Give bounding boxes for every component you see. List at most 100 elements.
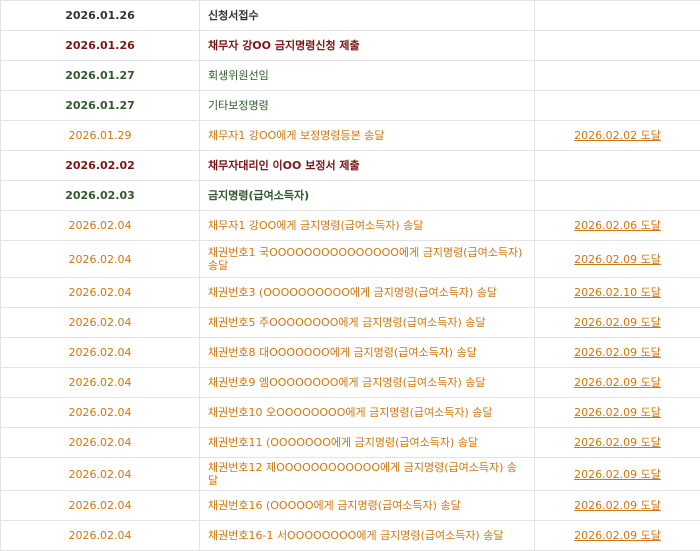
row-date: 2026.02.02 xyxy=(1,151,200,181)
row-event-text: 채무자1 강OO에게 보정명령등본 송달 xyxy=(208,129,384,142)
row-event-text: 채권번호16-1 서OOOOOOOO에게 금지명령(급여소득자) 송달 xyxy=(208,529,503,542)
row-event: 채권번호9 엠OOOOOOOO에게 금지명령(급여소득자) 송달 xyxy=(200,368,535,398)
row-result-link[interactable]: 2026.02.09 도달 xyxy=(574,468,661,481)
row-event-text: 기타보정명령 xyxy=(208,99,269,112)
table-row: 2026.01.26 신청서접수 xyxy=(1,1,700,31)
row-date: 2026.02.04 xyxy=(1,368,200,398)
table-row: 2026.02.04 채권번호12 제OOOOOOOOOOOO에게 금지명령(급… xyxy=(1,458,700,491)
row-event: 채권번호12 제OOOOOOOOOOOO에게 금지명령(급여소득자) 송달 xyxy=(200,458,535,491)
table-row: 2026.01.29 채무자1 강OO에게 보정명령등본 송달 2026.02.… xyxy=(1,121,700,151)
row-result[interactable]: 2026.02.09 도달 xyxy=(535,368,700,398)
row-event-text: 채무자대리인 이OO 보정서 제출 xyxy=(208,159,360,172)
table-row: 2026.02.04 채권번호10 오OOOOOOOO에게 금지명령(급여소득자… xyxy=(1,398,700,428)
row-event-text: 채권번호3 (OOOOOOOOOO에게 금지명령(급여소득자) 송달 xyxy=(208,286,497,299)
row-result-link[interactable]: 2026.02.09 도달 xyxy=(574,346,661,359)
table-row: 2026.02.04 채권번호9 엠OOOOOOOO에게 금지명령(급여소득자)… xyxy=(1,368,700,398)
row-result[interactable]: 2026.02.09 도달 xyxy=(535,398,700,428)
row-result-link[interactable]: 2026.02.09 도달 xyxy=(574,253,661,266)
row-result[interactable]: 2026.02.09 도달 xyxy=(535,428,700,458)
row-event: 채권번호1 국OOOOOOOOOOOOOOO에게 금지명령(급여소득자) 송달 xyxy=(200,241,535,278)
row-date: 2026.01.29 xyxy=(1,121,200,151)
row-event: 채권번호5 주OOOOOOOO에게 금지명령(급여소득자) 송달 xyxy=(200,308,535,338)
row-result xyxy=(535,151,700,181)
row-date: 2026.02.04 xyxy=(1,458,200,491)
case-history-table: 2026.01.26 신청서접수 2026.01.26 채무자 강OO 금지명령… xyxy=(0,0,700,551)
table-row: 2026.02.04 채권번호5 주OOOOOOOO에게 금지명령(급여소득자)… xyxy=(1,308,700,338)
row-event: 채무자 강OO 금지명령신청 제출 xyxy=(200,31,535,61)
row-date: 2026.02.04 xyxy=(1,338,200,368)
row-result[interactable]: 2026.02.02 도달 xyxy=(535,121,700,151)
row-result xyxy=(535,1,700,31)
row-result xyxy=(535,31,700,61)
row-event-text: 채권번호1 국OOOOOOOOOOOOOOO에게 금지명령(급여소득자) 송달 xyxy=(208,246,522,272)
table-row: 2026.02.02 채무자대리인 이OO 보정서 제출 xyxy=(1,151,700,181)
row-event: 채권번호8 대OOOOOOO에게 금지명령(급여소득자) 송달 xyxy=(200,338,535,368)
row-date: 2026.02.04 xyxy=(1,398,200,428)
row-result-link[interactable]: 2026.02.02 도달 xyxy=(574,129,661,142)
row-event: 채권번호10 오OOOOOOOO에게 금지명령(급여소득자) 송달 xyxy=(200,398,535,428)
row-result-link[interactable]: 2026.02.10 도달 xyxy=(574,286,661,299)
row-result xyxy=(535,181,700,211)
row-result-link[interactable]: 2026.02.09 도달 xyxy=(574,529,661,542)
row-event: 채권번호16 (OOOOO에게 금지명령(급여소득자) 송달 xyxy=(200,491,535,521)
row-date: 2026.02.04 xyxy=(1,211,200,241)
row-result[interactable]: 2026.02.06 도달 xyxy=(535,211,700,241)
row-event: 채권번호3 (OOOOOOOOOO에게 금지명령(급여소득자) 송달 xyxy=(200,278,535,308)
table-row: 2026.02.04 채권번호16 (OOOOO에게 금지명령(급여소득자) 송… xyxy=(1,491,700,521)
row-result[interactable]: 2026.02.09 도달 xyxy=(535,521,700,551)
row-result[interactable]: 2026.02.09 도달 xyxy=(535,338,700,368)
table-row: 2026.02.04 채권번호8 대OOOOOOO에게 금지명령(급여소득자) … xyxy=(1,338,700,368)
row-event: 채무자1 강OO에게 금지명령(급여소득자) 송달 xyxy=(200,211,535,241)
row-result[interactable]: 2026.02.09 도달 xyxy=(535,308,700,338)
row-result-link[interactable]: 2026.02.09 도달 xyxy=(574,316,661,329)
row-event: 채무자1 강OO에게 보정명령등본 송달 xyxy=(200,121,535,151)
row-date: 2026.01.27 xyxy=(1,61,200,91)
row-event: 채권번호16-1 서OOOOOOOO에게 금지명령(급여소득자) 송달 xyxy=(200,521,535,551)
table-row: 2026.02.04 채권번호16-1 서OOOOOOOO에게 금지명령(급여소… xyxy=(1,521,700,551)
row-result xyxy=(535,91,700,121)
row-result[interactable]: 2026.02.10 도달 xyxy=(535,278,700,308)
row-event-text: 채권번호9 엠OOOOOOOO에게 금지명령(급여소득자) 송달 xyxy=(208,376,486,389)
row-event: 기타보정명령 xyxy=(200,91,535,121)
row-date: 2026.02.04 xyxy=(1,308,200,338)
row-event: 채무자대리인 이OO 보정서 제출 xyxy=(200,151,535,181)
table-row: 2026.01.27 회생위원선임 xyxy=(1,61,700,91)
table-row: 2026.01.27 기타보정명령 xyxy=(1,91,700,121)
row-result[interactable]: 2026.02.09 도달 xyxy=(535,241,700,278)
row-date: 2026.02.04 xyxy=(1,521,200,551)
row-result[interactable]: 2026.02.09 도달 xyxy=(535,458,700,491)
row-event-text: 채무자1 강OO에게 금지명령(급여소득자) 송달 xyxy=(208,219,423,232)
row-date: 2026.02.04 xyxy=(1,241,200,278)
row-result-link[interactable]: 2026.02.09 도달 xyxy=(574,376,661,389)
table-row: 2026.02.04 채권번호1 국OOOOOOOOOOOOOOO에게 금지명령… xyxy=(1,241,700,278)
row-event-text: 금지명령(급여소득자) xyxy=(208,189,309,202)
row-event: 채권번호11 (OOOOOOO에게 금지명령(급여소득자) 송달 xyxy=(200,428,535,458)
row-event: 신청서접수 xyxy=(200,1,535,31)
row-event: 회생위원선임 xyxy=(200,61,535,91)
row-date: 2026.02.04 xyxy=(1,491,200,521)
row-result[interactable]: 2026.02.09 도달 xyxy=(535,491,700,521)
row-event-text: 채권번호8 대OOOOOOO에게 금지명령(급여소득자) 송달 xyxy=(208,346,477,359)
row-event-text: 채권번호10 오OOOOOOOO에게 금지명령(급여소득자) 송달 xyxy=(208,406,493,419)
row-date: 2026.01.27 xyxy=(1,91,200,121)
row-date: 2026.01.26 xyxy=(1,1,200,31)
row-date: 2026.02.03 xyxy=(1,181,200,211)
table-row: 2026.01.26 채무자 강OO 금지명령신청 제출 xyxy=(1,31,700,61)
table-row: 2026.02.03 금지명령(급여소득자) xyxy=(1,181,700,211)
row-event-text: 채무자 강OO 금지명령신청 제출 xyxy=(208,39,360,52)
row-date: 2026.02.04 xyxy=(1,278,200,308)
row-result-link[interactable]: 2026.02.09 도달 xyxy=(574,436,661,449)
row-event: 금지명령(급여소득자) xyxy=(200,181,535,211)
row-event-text: 채권번호16 (OOOOO에게 금지명령(급여소득자) 송달 xyxy=(208,499,461,512)
row-result-link[interactable]: 2026.02.09 도달 xyxy=(574,406,661,419)
row-event-text: 회생위원선임 xyxy=(208,69,269,82)
row-result-link[interactable]: 2026.02.09 도달 xyxy=(574,499,661,512)
row-result xyxy=(535,61,700,91)
table-row: 2026.02.04 채권번호3 (OOOOOOOOOO에게 금지명령(급여소득… xyxy=(1,278,700,308)
table-row: 2026.02.04 채권번호11 (OOOOOOO에게 금지명령(급여소득자)… xyxy=(1,428,700,458)
row-event-text: 채권번호12 제OOOOOOOOOOOO에게 금지명령(급여소득자) 송달 xyxy=(208,461,517,487)
row-event-text: 채권번호5 주OOOOOOOO에게 금지명령(급여소득자) 송달 xyxy=(208,316,486,329)
row-event-text: 신청서접수 xyxy=(208,9,259,22)
row-result-link[interactable]: 2026.02.06 도달 xyxy=(574,219,661,232)
row-event-text: 채권번호11 (OOOOOOO에게 금지명령(급여소득자) 송달 xyxy=(208,436,478,449)
